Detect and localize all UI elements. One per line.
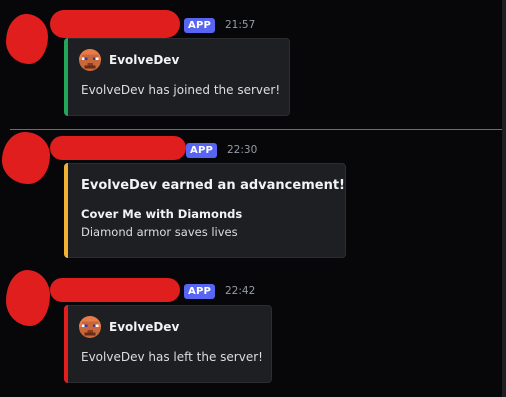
embed-author-name[interactable]: EvolveDev bbox=[109, 320, 179, 334]
minecraft-head-icon bbox=[79, 49, 101, 71]
scrollbar-track[interactable] bbox=[502, 0, 506, 397]
message-advancement: APP 22:30 EvolveDev earned an advancemen… bbox=[0, 130, 506, 270]
embed-author-name[interactable]: EvolveDev bbox=[109, 53, 179, 67]
embed-field-name: Cover Me with Diamonds bbox=[81, 207, 243, 221]
embed-title: EvolveDev earned an advancement! bbox=[81, 178, 345, 193]
message-timestamp: 21:57 bbox=[225, 19, 256, 31]
embed-accent-bar bbox=[64, 305, 68, 383]
redacted-avatar bbox=[6, 14, 48, 64]
message-timestamp: 22:30 bbox=[227, 144, 258, 156]
embed-accent-bar bbox=[64, 38, 68, 116]
embed-advancement: EvolveDev earned an advancement! Cover M… bbox=[64, 163, 346, 258]
app-badge: APP bbox=[184, 284, 215, 299]
message-timestamp: 22:42 bbox=[225, 285, 256, 297]
embed-author: EvolveDev bbox=[79, 316, 179, 338]
embed-description: EvolveDev has left the server! bbox=[81, 350, 263, 364]
message-joined: APP 21:57 EvolveDev EvolveDev has joined… bbox=[0, 0, 506, 129]
redacted-username bbox=[50, 10, 180, 38]
app-badge: APP bbox=[184, 18, 215, 33]
embed-field-value: Diamond armor saves lives bbox=[81, 225, 238, 239]
embed-joined: EvolveDev EvolveDev has joined the serve… bbox=[64, 38, 290, 116]
embed-left: EvolveDev EvolveDev has left the server! bbox=[64, 305, 272, 383]
embed-author: EvolveDev bbox=[79, 49, 179, 71]
redacted-avatar bbox=[2, 132, 50, 184]
redacted-username bbox=[50, 136, 186, 160]
minecraft-head-icon bbox=[79, 316, 101, 338]
embed-description: EvolveDev has joined the server! bbox=[81, 83, 281, 97]
embed-accent-bar bbox=[64, 163, 68, 258]
redacted-avatar bbox=[6, 270, 50, 326]
message-left: APP 22:42 EvolveDev EvolveDev has left t… bbox=[0, 270, 506, 397]
redacted-username bbox=[50, 278, 180, 302]
app-badge: APP bbox=[186, 143, 217, 158]
